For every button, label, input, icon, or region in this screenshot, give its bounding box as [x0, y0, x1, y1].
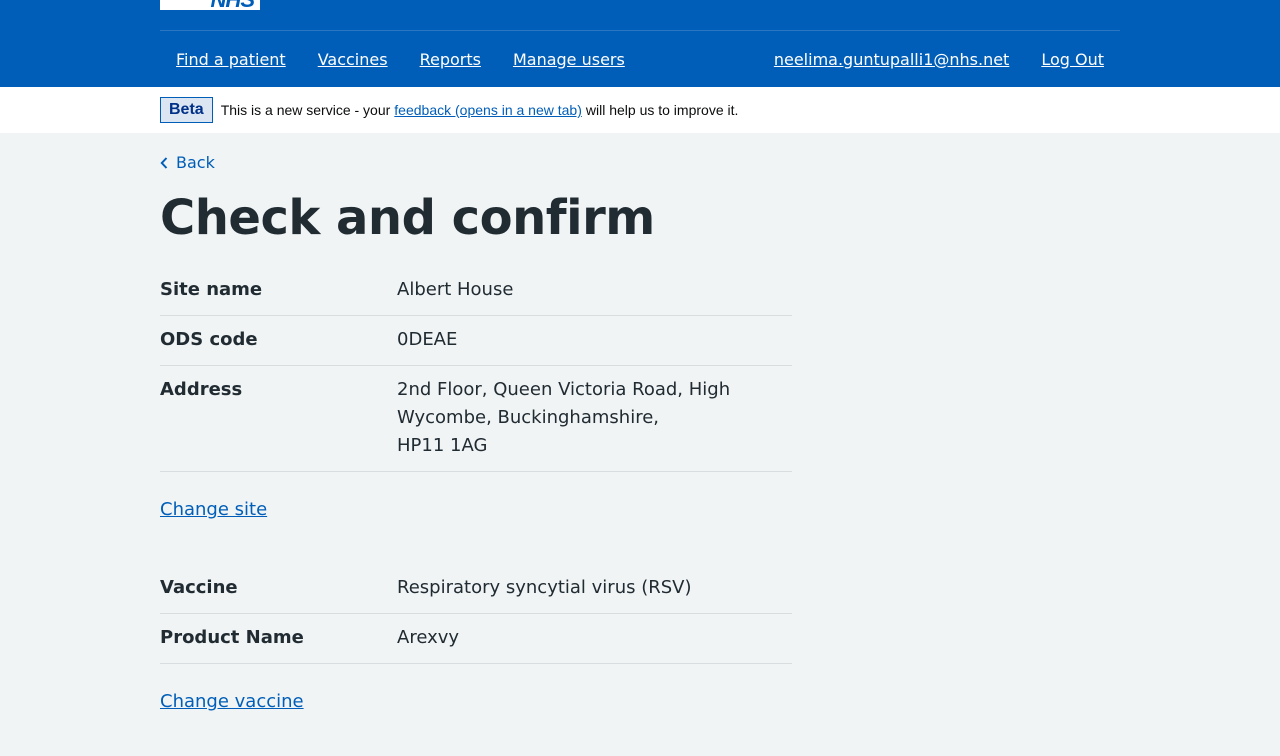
- summary-key-site-name: Site name: [160, 279, 263, 300]
- chevron-left-icon: [160, 156, 168, 169]
- primary-navigation: Find a patient Vaccines Reports Manage u…: [160, 30, 1120, 88]
- nav-logout[interactable]: Log Out: [1025, 47, 1120, 73]
- address-line-2: HP11 1AG: [397, 435, 488, 456]
- summary-value-address: 2nd Floor, Queen Victoria Road, High Wyc…: [397, 376, 792, 460]
- summary-row: Site name Albert House: [160, 266, 792, 316]
- summary-value-site-name: Albert House: [397, 279, 514, 300]
- beta-tag: Beta: [160, 97, 213, 123]
- nav-reports[interactable]: Reports: [404, 47, 497, 73]
- site-header: NHS Find a patient Vaccines Reports Mana…: [0, 0, 1280, 87]
- back-link[interactable]: Back: [160, 153, 792, 172]
- summary-key-ods-code: ODS code: [160, 329, 258, 350]
- change-vaccine-link[interactable]: Change vaccine: [160, 688, 792, 716]
- beta-banner: Beta This is a new service - your feedba…: [0, 87, 1280, 133]
- summary-value-vaccine: Respiratory syncytial virus (RSV): [397, 577, 692, 598]
- beta-text-before: This is a new service - your: [220, 102, 391, 118]
- summary-row: ODS code 0DEAE: [160, 316, 792, 366]
- address-line-1: 2nd Floor, Queen Victoria Road, High Wyc…: [397, 379, 731, 428]
- summary-value-product-name: Arexvy: [397, 627, 460, 648]
- vaccine-summary: Vaccine Respiratory syncytial virus (RSV…: [160, 564, 792, 664]
- page-title: Check and confirm: [160, 190, 655, 246]
- nav-user-email[interactable]: neelima.guntupalli1@nhs.net: [758, 47, 1025, 73]
- nhs-logo-text: NHS: [211, 0, 255, 11]
- nav-manage-users[interactable]: Manage users: [497, 47, 641, 73]
- summary-row: Product Name Arexvy: [160, 614, 792, 664]
- beta-text-after: will help us to improve it.: [585, 102, 739, 118]
- summary-value-ods-code: 0DEAE: [397, 329, 458, 350]
- summary-row: Vaccine Respiratory syncytial virus (RSV…: [160, 564, 792, 614]
- back-label: Back: [176, 153, 215, 172]
- nhs-logo[interactable]: NHS: [160, 0, 260, 11]
- main-content: Back Check and confirm Site name Albert …: [160, 133, 792, 756]
- site-summary: Site name Albert House ODS code 0DEAE Ad…: [160, 266, 792, 472]
- change-site-link[interactable]: Change site: [160, 496, 792, 524]
- feedback-link[interactable]: feedback (opens in a new tab): [394, 102, 582, 118]
- nav-vaccines[interactable]: Vaccines: [302, 47, 404, 73]
- summary-row: Address 2nd Floor, Queen Victoria Road, …: [160, 366, 792, 472]
- summary-key-address: Address: [160, 379, 243, 400]
- summary-key-product-name: Product Name: [160, 627, 304, 648]
- nav-find-patient[interactable]: Find a patient: [160, 47, 302, 73]
- summary-key-vaccine: Vaccine: [160, 577, 238, 598]
